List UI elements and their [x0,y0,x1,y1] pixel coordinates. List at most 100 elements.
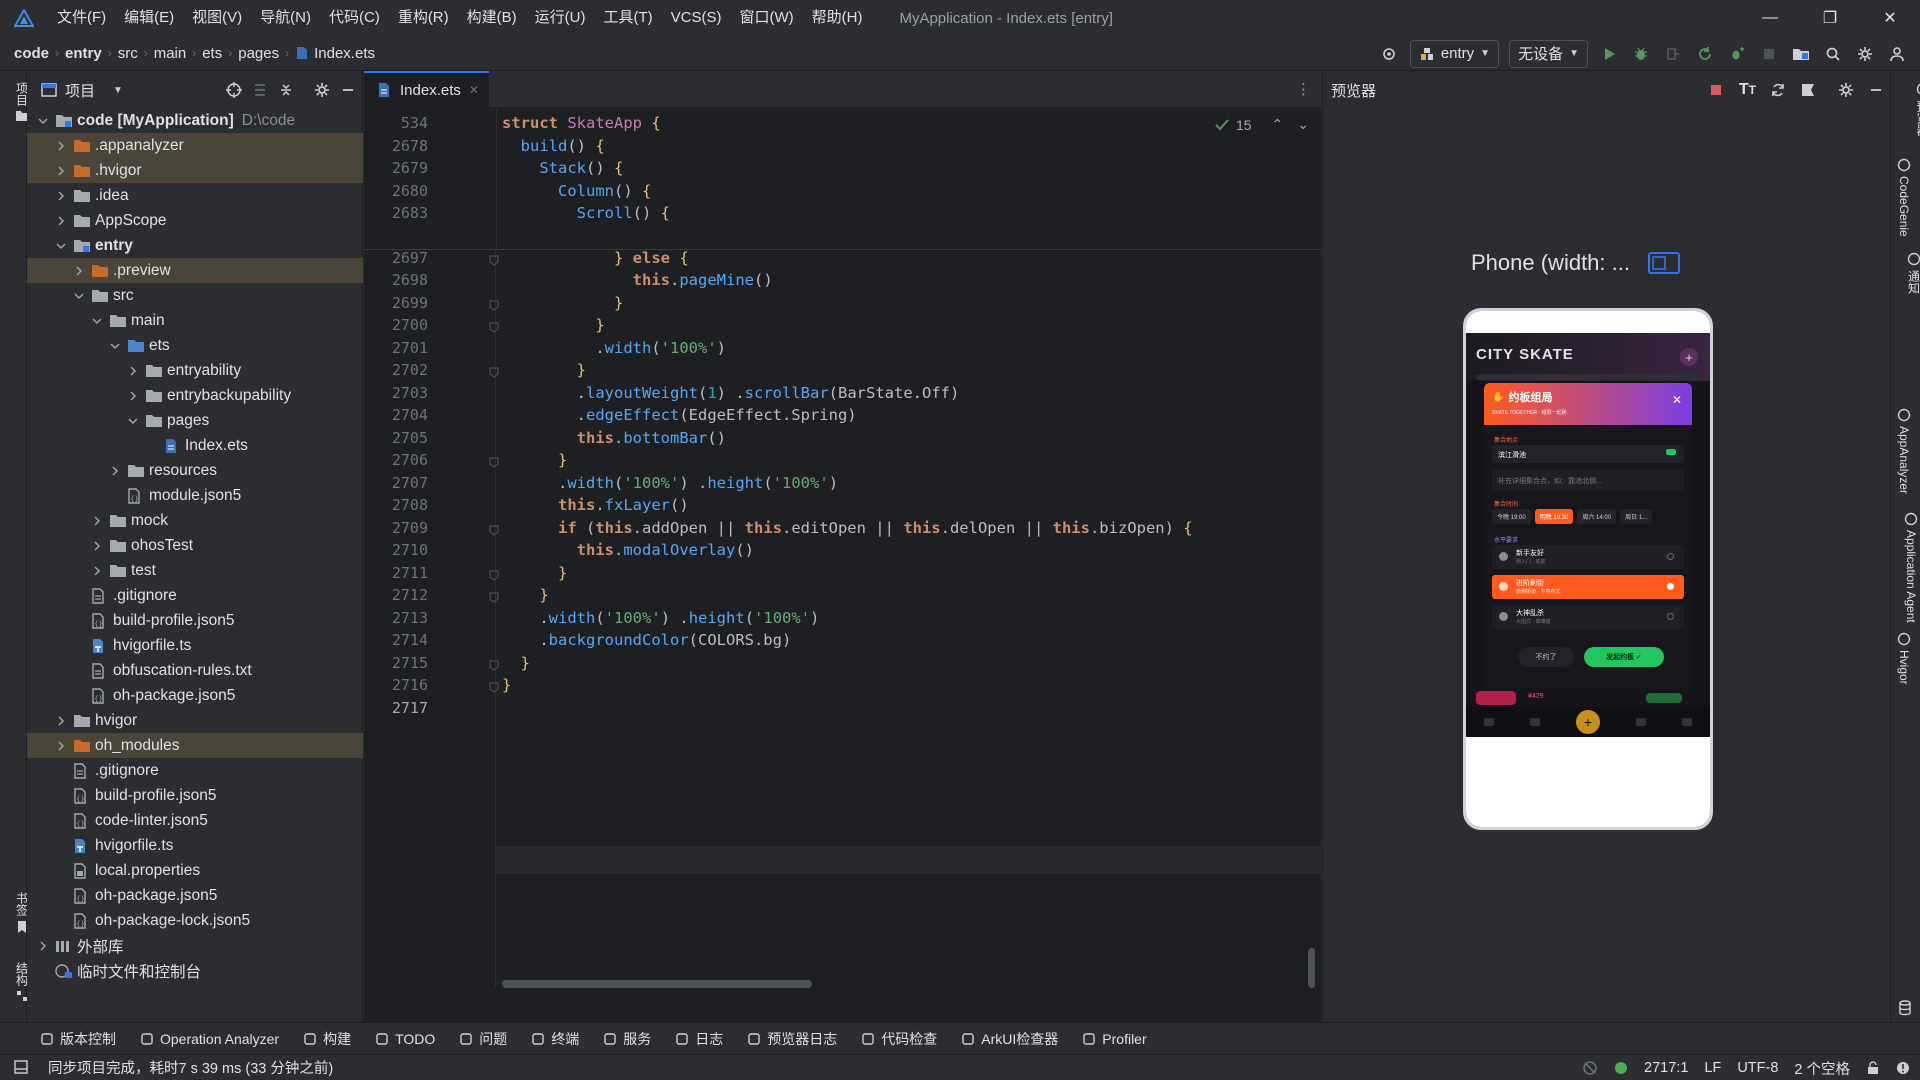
refresh-icon[interactable] [1770,82,1786,98]
attach-debugger-icon[interactable] [1658,39,1688,69]
cancel-button[interactable]: 不约了 [1518,647,1574,667]
tree-item[interactable]: code [MyApplication] D:\code [27,108,363,133]
settings-icon[interactable] [1850,39,1880,69]
sticky-code-line[interactable]: struct SkateApp { [502,114,661,132]
place-detail-input[interactable]: 补充详细集合点，如：靠池北侧... [1492,469,1684,491]
level-option[interactable]: 新手友好 刚入门 · 欢迎 [1492,545,1684,569]
code-line[interactable]: } [502,294,623,312]
status-ok-icon[interactable] [1614,1061,1628,1075]
chevron-right-icon[interactable] [107,463,123,479]
place-input[interactable]: 滨江滑池 [1492,445,1684,463]
chevron-down-icon[interactable] [125,413,141,429]
account-icon[interactable] [1882,39,1912,69]
tool-window-arkui-inspector[interactable]: ArkUI检查器 [961,1029,1058,1049]
chevron-right-icon[interactable] [53,738,69,754]
tool-app-analyzer[interactable]: AppAnalyzer [1897,408,1911,494]
phone-preview[interactable]: CITY SKATE + ✋ 约板组局 SKATE TOGETHER · 组局一… [1463,308,1713,830]
run-icon[interactable] [1594,39,1624,69]
code-line[interactable]: this.modalOverlay() [502,541,754,559]
chevron-right-icon[interactable] [53,213,69,229]
chevron-right-icon[interactable] [89,513,105,529]
sticky-code-line[interactable]: build() { [502,137,605,155]
tool-problems[interactable]: 问题概览 [1897,312,1920,378]
tool-device-file[interactable]: 设备文件浏览器 [1897,712,1920,814]
tool-window-code-inspection[interactable]: 代码检查 [861,1029,937,1049]
notification-icon[interactable] [1896,1061,1910,1075]
tree-item[interactable]: entryability [27,358,363,383]
fold-marker-icon[interactable] [488,456,500,468]
chevron-right-icon[interactable] [35,938,51,954]
tree-item[interactable]: .appanalyzer [27,133,363,158]
locate-icon[interactable] [226,82,242,98]
tree-item[interactable]: {} build-profile.json5 [27,783,363,808]
modal-close-icon[interactable]: ✕ [1672,393,1682,407]
code-line[interactable]: } [502,451,567,469]
device-selector[interactable]: 无设备 ▼ [1509,39,1588,68]
code-line[interactable]: } [502,586,548,604]
breadcrumb-item[interactable]: Index.ets [314,45,375,62]
module-selector[interactable]: entry ▼ [1409,39,1500,68]
fold-marker-icon[interactable] [488,659,500,671]
chevron-right-icon[interactable] [53,163,69,179]
tree-item[interactable]: main [27,308,363,333]
tree-item[interactable]: entry [27,233,363,258]
menu-item[interactable]: 文件(F) [48,0,115,36]
fold-marker-icon[interactable] [488,366,500,378]
fold-marker-icon[interactable] [488,299,500,311]
menu-item[interactable]: 构建(B) [458,0,526,36]
menu-item[interactable]: 编辑(E) [115,0,183,36]
database-icon[interactable] [1898,1000,1912,1016]
fold-marker-icon[interactable] [488,321,500,333]
tree-item[interactable]: test [27,558,363,583]
chevron-right-icon[interactable] [125,363,141,379]
tool-preview[interactable]: 预览器 [1897,82,1920,136]
inspector-icon[interactable] [1800,82,1816,98]
fold-marker-icon[interactable] [488,254,500,266]
tree-item[interactable]: src [27,283,363,308]
tree-item[interactable]: {} build-profile.json5 [27,608,363,633]
code-line[interactable]: } [502,316,604,334]
chevron-down-icon[interactable] [89,313,105,329]
gear-icon[interactable] [314,82,330,98]
tree-item[interactable]: .gitignore [27,583,363,608]
tree-item[interactable]: .hvigor [27,158,363,183]
tree-item[interactable]: {} oh-package.json5 [27,883,363,908]
tree-item[interactable]: .preview [27,258,363,283]
tree-item[interactable]: Index.ets [27,433,363,458]
code-line[interactable]: this.bottomBar() [502,429,726,447]
tree-item[interactable]: hvigorfile.ts [27,633,363,658]
sticky-code-line[interactable]: Column() { [502,182,651,200]
sticky-code-line[interactable]: Scroll() { [502,204,670,222]
tool-bell[interactable]: 通知 [1897,252,1920,294]
caret-position[interactable]: 2717:1 [1644,1060,1688,1076]
breadcrumb-item[interactable]: src [118,45,138,62]
tab-index-ets[interactable]: Index.ets ✕ [364,71,489,107]
line-separator[interactable]: LF [1704,1060,1721,1076]
indent-setting[interactable]: 2 个空格 [1794,1058,1850,1079]
code-line[interactable]: .width('100%') .height('100%') [502,609,819,627]
tree-item[interactable]: hvigorfile.ts [27,833,363,858]
code-line[interactable]: } [502,564,567,582]
tree-item[interactable]: local.properties [27,858,363,883]
fold-marker-icon[interactable] [488,569,500,581]
tool-codegenie[interactable]: CodeGenie [1897,158,1911,237]
tree-item[interactable]: obfuscation-rules.txt [27,658,363,683]
chevron-right-icon[interactable] [53,188,69,204]
tree-item[interactable]: mock [27,508,363,533]
tree-item[interactable]: ets [27,333,363,358]
apply-changes-icon[interactable] [1690,39,1720,69]
code-line[interactable]: this.pageMine() [502,271,773,289]
code-line[interactable]: } else { [502,249,689,267]
settings-icon[interactable] [1838,82,1854,98]
tree-item[interactable]: pages [27,408,363,433]
close-icon[interactable]: ✕ [1860,0,1920,36]
chevron-down-icon[interactable]: ⌄ [1297,116,1309,133]
code-line[interactable]: .backgroundColor(COLORS.bg) [502,631,791,649]
menu-item[interactable]: 导航(N) [251,0,320,36]
sticky-code-line[interactable]: Stack() { [502,159,623,177]
text-size-icon[interactable]: TT [1739,81,1756,99]
close-tab-icon[interactable]: ✕ [469,83,479,97]
panel-toggle-icon[interactable] [14,1060,28,1074]
chevron-down-icon[interactable] [35,113,51,129]
tool-window-operation-analyzer[interactable]: Operation Analyzer [140,1031,279,1047]
